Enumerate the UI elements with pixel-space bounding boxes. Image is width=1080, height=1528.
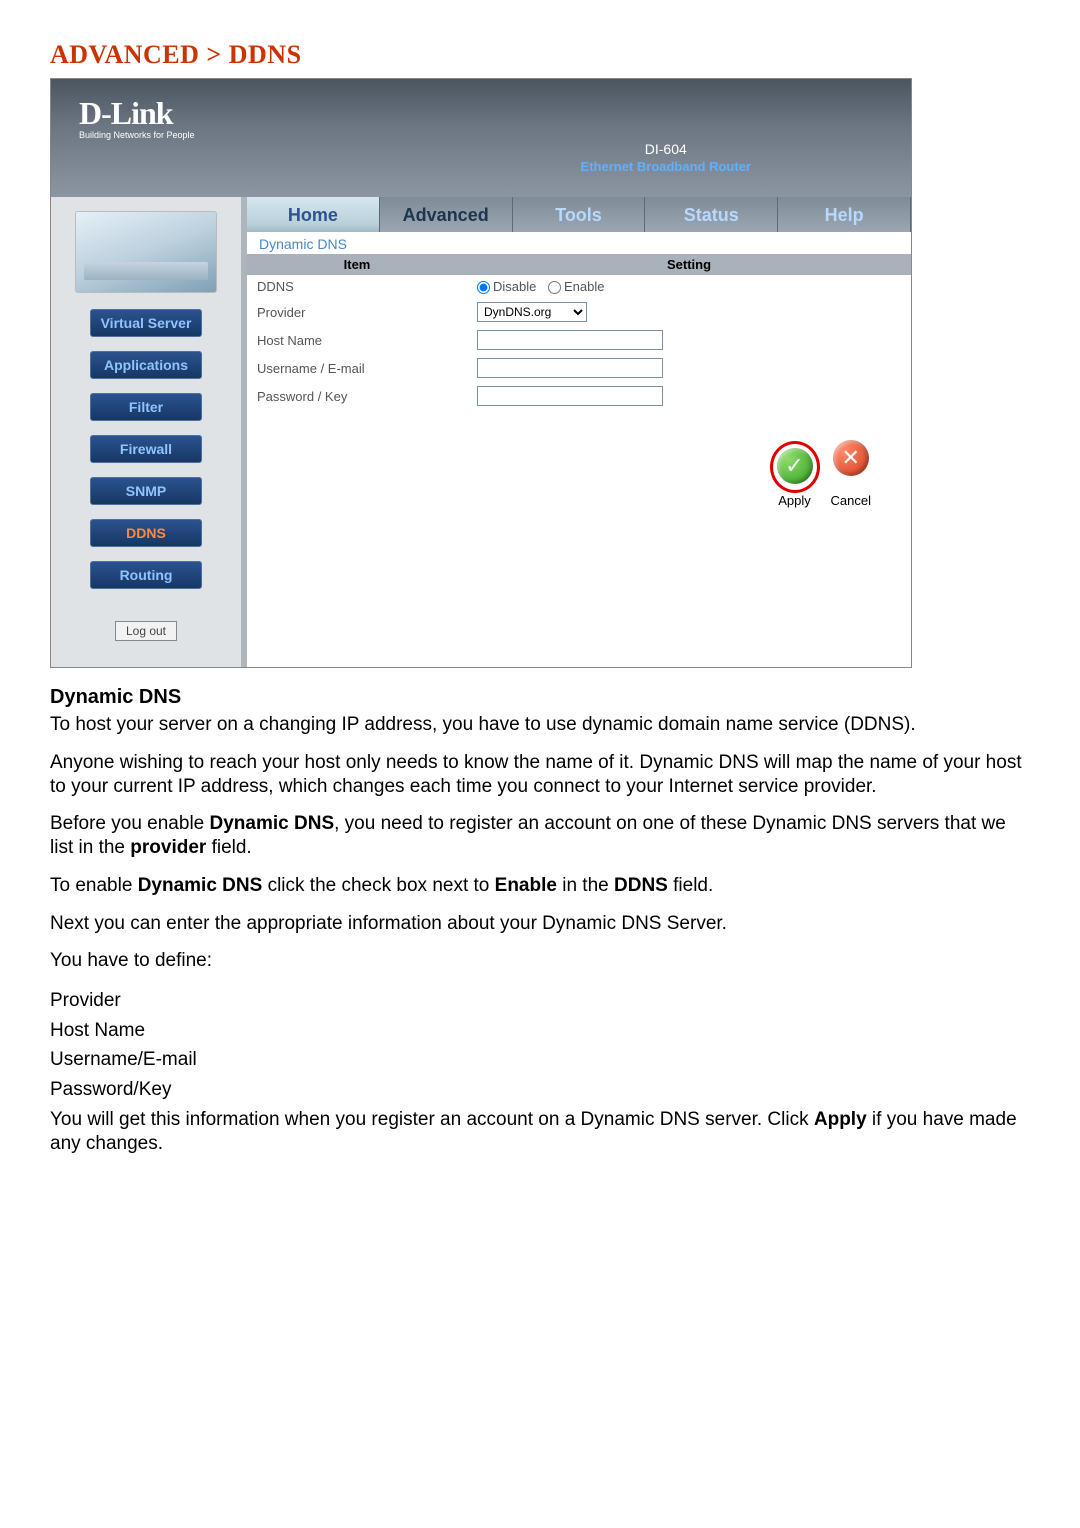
- apply-button[interactable]: ✓ Apply: [770, 441, 820, 508]
- model-number: DI-604: [581, 141, 751, 157]
- router-header: D-Link Building Networks for People DI-6…: [51, 79, 911, 197]
- content-panel: Home Advanced Tools Status Help Dynamic …: [247, 197, 911, 667]
- doc-section: Dynamic DNS To host your server on a cha…: [50, 686, 1030, 1156]
- col-setting: Setting: [467, 254, 911, 275]
- sidebar-item-snmp[interactable]: SNMP: [90, 477, 202, 505]
- doc-p3: Before you enable Dynamic DNS, you need …: [50, 812, 1030, 860]
- ddns-enable-radio[interactable]: [548, 281, 561, 294]
- brand-text: D-Link: [79, 95, 195, 132]
- check-icon: ✓: [777, 448, 813, 484]
- ddns-disable-label: Disable: [493, 279, 536, 294]
- doc-p6: You have to define:: [50, 949, 1030, 973]
- row-provider-label: Provider: [247, 298, 467, 326]
- doc-p5: Next you can enter the appropriate infor…: [50, 912, 1030, 936]
- tab-status[interactable]: Status: [645, 197, 778, 232]
- ddns-disable-radio[interactable]: [477, 281, 490, 294]
- sidebar-item-virtual-server[interactable]: Virtual Server: [90, 309, 202, 337]
- brand-tagline: Building Networks for People: [79, 130, 195, 140]
- doc-p7: You will get this information when you r…: [50, 1108, 1030, 1156]
- sidebar-item-applications[interactable]: Applications: [90, 351, 202, 379]
- tab-help[interactable]: Help: [778, 197, 911, 232]
- apply-highlight-ring: ✓: [770, 441, 820, 493]
- host-name-input[interactable]: [477, 330, 663, 350]
- def-provider: Provider: [50, 987, 1030, 1016]
- def-host: Host Name: [50, 1017, 1030, 1046]
- doc-p2: Anyone wishing to reach your host only n…: [50, 751, 1030, 799]
- doc-definitions: Provider Host Name Username/E-mail Passw…: [50, 987, 1030, 1104]
- cancel-label: Cancel: [831, 493, 871, 508]
- cancel-button[interactable]: ✕ Cancel: [831, 440, 871, 508]
- sidebar-item-filter[interactable]: Filter: [90, 393, 202, 421]
- row-ddns-label: DDNS: [247, 275, 467, 298]
- tab-home[interactable]: Home: [247, 197, 380, 232]
- sidebar: Virtual Server Applications Filter Firew…: [51, 197, 247, 667]
- provider-select[interactable]: DynDNS.org: [477, 302, 587, 322]
- panel-subheader: Dynamic DNS: [247, 232, 911, 254]
- ddns-enable-label: Enable: [564, 279, 604, 294]
- row-user-label: Username / E-mail: [247, 354, 467, 382]
- settings-table: Item Setting DDNS Disable Enable Provide…: [247, 254, 911, 410]
- model-block: DI-604 Ethernet Broadband Router: [581, 141, 751, 174]
- router-screenshot: D-Link Building Networks for People DI-6…: [50, 78, 912, 668]
- doc-p1: To host your server on a changing IP add…: [50, 713, 1030, 737]
- tab-bar: Home Advanced Tools Status Help: [247, 197, 911, 232]
- logo: D-Link Building Networks for People: [79, 95, 195, 140]
- model-desc: Ethernet Broadband Router: [581, 159, 751, 174]
- row-pass-label: Password / Key: [247, 382, 467, 410]
- logout-button[interactable]: Log out: [115, 621, 177, 641]
- apply-label: Apply: [778, 493, 811, 508]
- row-ddns-setting: Disable Enable: [467, 275, 911, 298]
- tab-tools[interactable]: Tools: [513, 197, 646, 232]
- doc-p4: To enable Dynamic DNS click the check bo…: [50, 874, 1030, 898]
- password-input[interactable]: [477, 386, 663, 406]
- row-host-label: Host Name: [247, 326, 467, 354]
- col-item: Item: [247, 254, 467, 275]
- sidebar-item-routing[interactable]: Routing: [90, 561, 202, 589]
- username-input[interactable]: [477, 358, 663, 378]
- def-pass: Password/Key: [50, 1076, 1030, 1105]
- sidebar-item-firewall[interactable]: Firewall: [90, 435, 202, 463]
- device-image: [75, 211, 217, 293]
- def-user: Username/E-mail: [50, 1046, 1030, 1075]
- action-row: ✓ Apply ✕ Cancel: [247, 410, 911, 520]
- tab-advanced[interactable]: Advanced: [380, 197, 513, 232]
- doc-heading: Dynamic DNS: [50, 686, 1030, 709]
- page-title: ADVANCED > DDNS: [50, 40, 1030, 70]
- x-icon: ✕: [833, 440, 869, 476]
- sidebar-item-ddns[interactable]: DDNS: [90, 519, 202, 547]
